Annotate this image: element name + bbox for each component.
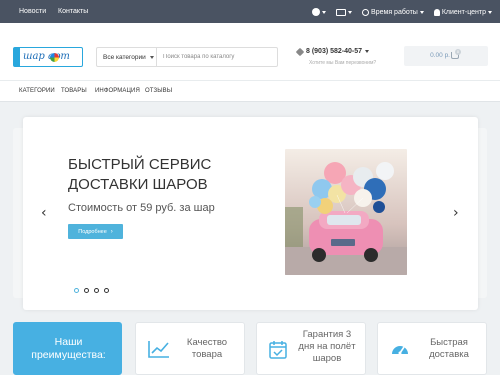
- slider-dot-3[interactable]: [94, 288, 99, 293]
- feature-card-fast-delivery: Быстрая доставка: [377, 322, 487, 375]
- phone-icon: [295, 47, 305, 56]
- search-input[interactable]: [159, 49, 275, 65]
- slide-subtitle: Стоимость от 59 руб. за шар: [68, 202, 215, 214]
- callback-link[interactable]: Хотите мы Вам перезвоним?: [309, 60, 376, 66]
- slider-next-arrow[interactable]: ›: [453, 205, 459, 221]
- main-nav: КАТЕГОРИИ ТОВАРЫ ИНФОРМАЦИЯ ОТЗЫВЫ: [0, 80, 500, 102]
- more-button-label: Подробнее: [78, 228, 107, 235]
- slide-title-line2: ДОСТАВКИ ШАРОВ: [68, 176, 208, 193]
- user-icon: [433, 8, 440, 16]
- chevron-right-icon: ›: [110, 228, 113, 235]
- nav-item-information[interactable]: ИНФОРМАЦИЯ: [95, 88, 140, 94]
- slide-image: [285, 149, 407, 275]
- slide-title: БЫСТРЫЙ СЕРВИС ДОСТАВКИ ШАРОВ: [68, 155, 211, 195]
- advantages-heading-line1: Наши: [54, 336, 83, 348]
- hero-slider: ‹ БЫСТРЫЙ СЕРВИС ДОСТАВКИ ШАРОВ Стоимост…: [23, 117, 478, 310]
- chevron-down-icon: [149, 55, 154, 59]
- nav-item-products[interactable]: ТОВАРЫ: [61, 88, 87, 94]
- chevron-down-icon: [348, 10, 353, 14]
- logo-text: шар арт: [23, 51, 70, 62]
- chevron-down-icon: [322, 10, 327, 14]
- slider-dot-4[interactable]: [104, 288, 109, 293]
- contacts-link[interactable]: Контакты: [58, 8, 88, 15]
- logo-side-stripe: [14, 48, 20, 66]
- chevron-down-icon: [365, 50, 370, 53]
- nav-item-categories[interactable]: КАТЕГОРИИ: [19, 88, 55, 94]
- feature-card-guarantee: Гарантия 3 дня на полёт шаров: [256, 322, 366, 375]
- slider-dot-2[interactable]: [84, 288, 89, 293]
- chevron-down-icon: [419, 10, 424, 14]
- chart-up-icon: [148, 341, 169, 358]
- slider-prev-arrow[interactable]: ‹: [41, 205, 47, 221]
- feature-quality-line1: Качество: [186, 337, 228, 348]
- currency-switcher[interactable]: [336, 8, 353, 16]
- feature-fast-line1: Быстрая: [430, 337, 468, 348]
- balloon-icon: [50, 53, 59, 62]
- feature-guarantee-line3: шаров: [312, 353, 342, 364]
- speedometer-icon: [392, 346, 408, 355]
- search-bar: Все категории: [96, 47, 278, 67]
- working-hours-label: Время работы: [371, 8, 418, 16]
- clock-icon: [362, 8, 370, 16]
- cart-total: 0.00 р.: [430, 52, 450, 59]
- client-center-dropdown[interactable]: Клиент-центр: [433, 8, 492, 16]
- feature-guarantee-line2: дня на полёт: [298, 341, 356, 352]
- category-select-label: Все категории: [103, 53, 146, 61]
- cart-button[interactable]: 0.00 р. 0: [404, 46, 488, 66]
- advantages-heading-line2: преимущества:: [31, 349, 106, 361]
- globe-icon: [312, 8, 321, 16]
- more-button[interactable]: Подробнее ›: [68, 224, 123, 239]
- slide-title-line1: БЫСТРЫЙ СЕРВИС: [68, 156, 212, 173]
- site-logo[interactable]: шар арт: [13, 47, 83, 67]
- language-switcher[interactable]: [312, 8, 327, 16]
- topbar-right-group: Время работы Клиент-центр: [312, 5, 492, 19]
- money-icon: [336, 8, 347, 16]
- working-hours-dropdown[interactable]: Время работы: [362, 8, 424, 16]
- top-bar: Новости Контакты Время работы Клиент-цен…: [0, 0, 500, 23]
- client-center-label: Клиент-центр: [441, 8, 486, 16]
- feature-fast-line2: доставка: [429, 349, 469, 360]
- phone-dropdown[interactable]: 8 (903) 582-40-57: [295, 47, 370, 56]
- cart-count-badge: 0: [455, 49, 461, 55]
- slider-dots: [74, 288, 109, 293]
- slider-dot-1[interactable]: [74, 288, 79, 293]
- category-select[interactable]: Все категории: [97, 48, 157, 66]
- feature-quality-line2: товара: [191, 349, 223, 360]
- feature-guarantee-line1: Гарантия 3: [302, 329, 352, 340]
- news-link[interactable]: Новости: [19, 8, 46, 15]
- feature-card-quality: Качество товара: [135, 322, 245, 375]
- nav-item-reviews[interactable]: ОТЗЫВЫ: [145, 88, 172, 94]
- calendar-check-icon: [269, 341, 287, 359]
- advantages-heading-card: Наши преимущества:: [13, 322, 122, 375]
- phone-number: 8 (903) 582-40-57: [306, 48, 363, 55]
- chevron-down-icon: [488, 10, 492, 14]
